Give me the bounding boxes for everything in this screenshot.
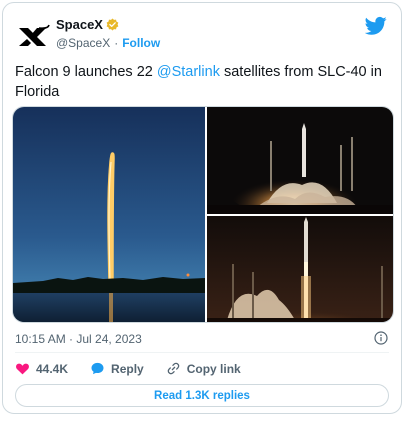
heart-icon bbox=[16, 363, 29, 375]
tweet-text: Falcon 9 launches 22 @Starlink satellite… bbox=[15, 62, 395, 102]
read-replies-button[interactable]: Read 1.3K replies bbox=[15, 384, 389, 407]
follow-button[interactable]: Follow bbox=[122, 36, 160, 50]
starlink-mention-link[interactable]: @Starlink bbox=[157, 64, 220, 80]
info-icon[interactable] bbox=[374, 331, 388, 345]
author-handle[interactable]: @SpaceX bbox=[56, 36, 110, 50]
rocket-liftoff-pad-photo[interactable] bbox=[207, 107, 393, 214]
spacex-logo-avatar[interactable] bbox=[15, 19, 51, 55]
twitter-bird-icon[interactable] bbox=[364, 16, 387, 36]
tweet-actions: 44.4K Reply Copy link bbox=[15, 361, 263, 376]
copy-link-label: Copy link bbox=[186, 361, 241, 376]
author-name-row[interactable]: SpaceX bbox=[56, 17, 119, 32]
author-display-name[interactable]: SpaceX bbox=[56, 17, 103, 32]
tweet-text-start: Falcon 9 launches 22 bbox=[15, 64, 157, 80]
verified-badge-icon bbox=[106, 18, 119, 31]
like-count: 44.4K bbox=[36, 361, 69, 376]
tweet-card: SpaceX @SpaceX · Follow Falcon 9 launche… bbox=[2, 2, 402, 414]
divider bbox=[15, 352, 389, 353]
media-grid bbox=[12, 106, 394, 323]
reply-label: Reply bbox=[111, 361, 144, 376]
like-button[interactable]: 44.4K bbox=[15, 361, 68, 376]
link-icon bbox=[167, 362, 180, 375]
tweet-timestamp[interactable]: 10:15 AM · Jul 24, 2023 bbox=[15, 332, 142, 346]
reply-bubble-icon bbox=[91, 362, 104, 375]
rocket-launch-long-exposure-photo[interactable] bbox=[13, 107, 205, 322]
handle-separator: · bbox=[114, 36, 119, 50]
reply-button[interactable]: Reply bbox=[90, 361, 144, 376]
author-handle-row: @SpaceX · Follow bbox=[56, 36, 160, 50]
rocket-ascent-pad-photo[interactable] bbox=[207, 216, 393, 322]
copy-link-button[interactable]: Copy link bbox=[166, 361, 241, 376]
